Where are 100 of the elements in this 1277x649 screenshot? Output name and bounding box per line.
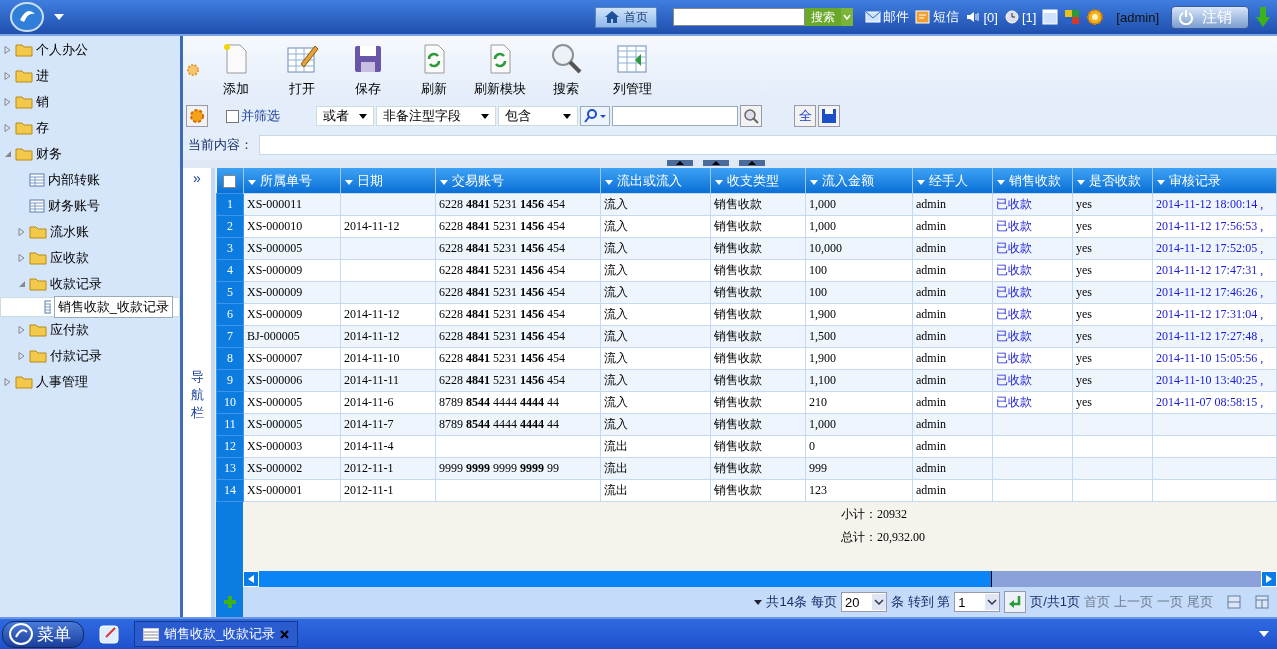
filter-input[interactable] [612, 106, 738, 126]
tree-item[interactable]: 财务账号 [0, 193, 180, 219]
column-header[interactable]: 所属单号 [243, 168, 341, 194]
folder-icon [29, 323, 47, 337]
scrollbar-thumb[interactable] [259, 571, 992, 587]
table-cell: XS-000011 [243, 193, 341, 216]
table-cell: 6228 4841 5231 1456 454 [435, 193, 601, 216]
magnifier-icon [549, 42, 583, 76]
dropdown-caret-icon[interactable] [841, 8, 854, 26]
table-icon [29, 173, 45, 187]
row-number: 14 [216, 479, 244, 502]
go-button[interactable] [1004, 591, 1027, 613]
table-cell: 6228 4841 5231 1456 454 [435, 215, 601, 238]
save-button[interactable]: 保存 [335, 42, 401, 98]
settings-icon[interactable] [1086, 8, 1105, 26]
record-count: 共14条 [766, 593, 807, 611]
caret-icon[interactable] [754, 599, 763, 605]
search-button[interactable] [740, 105, 762, 127]
refresh-button[interactable]: 刷新模块 [467, 42, 533, 98]
column-header[interactable]: 交易账号 [435, 168, 601, 194]
refresh-button[interactable]: 刷新 [401, 42, 467, 98]
home-button[interactable]: 首页 [595, 6, 658, 28]
close-icon[interactable] [280, 629, 290, 639]
tree-item[interactable]: 个人办公 [0, 37, 180, 63]
envelope-icon [865, 10, 882, 24]
expander-icon[interactable] [18, 352, 26, 360]
window-icon[interactable] [1042, 9, 1059, 25]
tree-item[interactable]: 人事管理 [0, 369, 180, 395]
page-size-select[interactable]: 20 [840, 592, 887, 612]
column-header[interactable]: 审核记录 [1152, 168, 1277, 194]
sms-link[interactable]: 短信 [915, 8, 960, 26]
navigation-label[interactable]: 导航栏 [190, 368, 204, 423]
color-tiles-icon[interactable] [1064, 9, 1081, 25]
operator-select[interactable]: 包含 [498, 106, 578, 126]
search-field[interactable] [673, 8, 806, 26]
column-header[interactable]: 流出或流入 [600, 168, 711, 194]
checkbox-label[interactable]: 并筛选 [241, 107, 280, 125]
field-select[interactable]: 非备注型字段 [376, 106, 496, 126]
sort-caret-icon [345, 179, 353, 185]
tree-item[interactable]: 内部转账 [0, 167, 180, 193]
expander-icon[interactable] [4, 150, 12, 158]
column-header[interactable]: 日期 [340, 168, 436, 194]
column-header[interactable]: 销售收款 [992, 168, 1073, 194]
tree-item[interactable]: 进 [0, 63, 180, 89]
row-number: 8 [216, 347, 244, 370]
add-button[interactable]: 添加 [203, 42, 269, 98]
select-all-button[interactable]: 全 [794, 105, 816, 127]
gear-icon[interactable] [187, 64, 199, 76]
sound-counter[interactable]: [0] [965, 9, 998, 25]
expander-icon[interactable] [18, 228, 26, 236]
caret-icon[interactable] [1259, 631, 1269, 637]
expander-icon[interactable] [18, 254, 26, 262]
rows-layout-icon[interactable] [1227, 595, 1241, 609]
task-tab[interactable]: 销售收款_收款记录 [134, 621, 299, 647]
collapse-handle-icon[interactable] [667, 160, 693, 166]
desktop-icon[interactable] [98, 623, 120, 645]
save-button[interactable] [818, 105, 840, 127]
speaker-icon [965, 10, 982, 24]
tree-item[interactable]: 存 [0, 115, 180, 141]
collapse-handle-icon[interactable] [703, 160, 729, 166]
tree-item[interactable]: 应收款 [0, 245, 180, 271]
open-button[interactable]: 打开 [269, 42, 335, 98]
down-arrow-icon[interactable] [1255, 6, 1271, 28]
search-button[interactable]: 搜索 [533, 42, 599, 98]
menu-button[interactable]: 菜单 [2, 620, 84, 648]
column-header[interactable]: 收支类型 [710, 168, 806, 194]
expander-icon[interactable] [4, 46, 12, 54]
column-header[interactable]: 是否收款 [1072, 168, 1153, 194]
tree-item[interactable]: 销售收款_收款记录 [0, 297, 180, 317]
tree-item[interactable]: 流水账 [0, 219, 180, 245]
column-header[interactable]: 经手人 [912, 168, 993, 194]
tree-item[interactable]: 财务 [0, 141, 180, 167]
select-all-checkbox[interactable] [223, 175, 237, 189]
search-options-icon[interactable] [580, 106, 610, 126]
current-content-field[interactable] [259, 135, 1277, 155]
logic-select[interactable]: 或者 [316, 106, 374, 126]
folder-icon [29, 225, 47, 239]
checkbox[interactable] [226, 109, 239, 123]
tree-item[interactable]: 付款记录 [0, 343, 180, 369]
mail-link[interactable]: 邮件 [865, 8, 910, 26]
logo-icon[interactable] [10, 2, 44, 32]
reminder-counter[interactable]: [1] [1003, 9, 1037, 25]
expander-icon[interactable] [4, 98, 12, 106]
expander-icon[interactable] [4, 124, 12, 132]
expand-button[interactable]: » [193, 168, 201, 188]
dropdown-caret-icon[interactable] [54, 14, 64, 20]
expander-icon[interactable] [4, 378, 12, 386]
panel-layout-icon[interactable] [1255, 595, 1269, 609]
page-select[interactable]: 1 [954, 592, 1001, 612]
columns-button[interactable]: 列管理 [599, 42, 665, 98]
expander-icon[interactable] [18, 280, 26, 288]
expander-icon[interactable] [18, 326, 26, 334]
column-header[interactable]: 流入金额 [805, 168, 913, 194]
tree-item[interactable]: 销 [0, 89, 180, 115]
tree-item[interactable]: 应付款 [0, 317, 180, 343]
settings-button[interactable] [186, 105, 208, 127]
expander-icon[interactable] [4, 72, 12, 80]
table-cell: 6228 4841 5231 1456 454 [435, 237, 601, 260]
tree-item[interactable]: 收款记录 [0, 271, 180, 297]
collapse-handle-icon[interactable] [739, 160, 765, 166]
